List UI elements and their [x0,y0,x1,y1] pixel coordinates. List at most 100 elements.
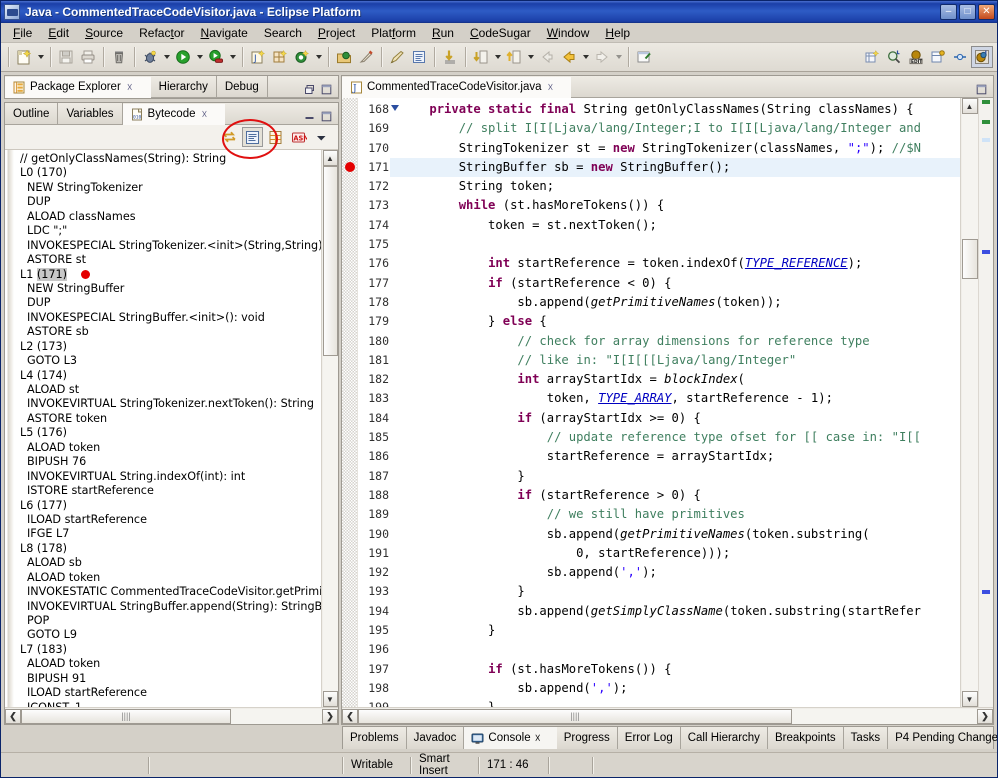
code-line[interactable]: token, TYPE_ARRAY, startReference - 1); [400,389,960,408]
code-line[interactable]: sb.append(','); [400,679,960,698]
scroll-track[interactable]: |||| [358,709,977,724]
code-line[interactable]: // check for array dimensions for refere… [400,332,960,351]
scroll-track[interactable] [962,114,978,691]
code-line[interactable]: 0, startReference))); [400,544,960,563]
breakpoint-marker[interactable] [81,270,90,279]
tab-breakpoints[interactable]: Breakpoints [768,727,844,749]
scroll-thumb[interactable] [962,239,978,279]
menu-window[interactable]: Window [539,24,598,42]
next-edit-dropdown-arrow[interactable] [492,46,503,68]
menu-source[interactable]: Source [77,24,131,42]
show-raw-bytecode-icon[interactable] [242,127,263,147]
editor-horizontal-scrollbar[interactable]: ❮ |||| ❯ [342,707,993,724]
close-icon[interactable]: ☓ [127,81,133,94]
minimize-button[interactable]: – [940,4,957,20]
new-wizard-dropdown-arrow[interactable] [35,46,46,68]
code-line[interactable]: } [400,698,960,707]
bytecode-line[interactable]: LDC ";" [18,224,321,238]
delete-icon[interactable] [108,46,130,68]
scroll-left-button[interactable]: ❮ [5,709,21,724]
code-line[interactable]: sb.append(','); [400,563,960,582]
menu-run[interactable]: Run [424,24,462,42]
next-annotation-icon[interactable] [439,46,461,68]
bytecode-line[interactable]: ASTORE st [18,253,321,267]
external-tools-icon[interactable] [205,46,227,68]
external-tools-dropdown-arrow[interactable] [227,46,238,68]
bytecode-line[interactable]: ILOAD startReference [18,513,321,527]
bytecode-line[interactable]: NEW StringBuffer [18,282,321,296]
code-line[interactable]: startReference = arrayStartIdx; [400,447,960,466]
code-line[interactable] [400,235,960,254]
code-line[interactable]: sb.append(getPrimitiveNames(token.substr… [400,525,960,544]
bytecode-line[interactable]: BIPUSH 76 [18,455,321,469]
code-line[interactable]: // we still have primitives [400,505,960,524]
bytecode-line[interactable]: BIPUSH 91 [18,672,321,686]
new-class-dropdown-arrow[interactable] [313,46,324,68]
maximize-icon[interactable] [320,83,333,96]
bytecode-line[interactable]: L8 (178) [18,542,321,556]
tab-hierarchy[interactable]: Hierarchy [151,76,217,97]
previous-edit-dropdown-arrow[interactable] [525,46,536,68]
code-line[interactable]: sb.append(getPrimitiveNames(token)); [400,293,960,312]
code-line[interactable]: } else { [400,312,960,331]
bytecode-line[interactable]: ALOAD token [18,441,321,455]
bytecode-line[interactable]: ALOAD sb [18,556,321,570]
save-icon[interactable] [55,46,77,68]
open-task-icon[interactable] [633,46,655,68]
quick-fix-icon[interactable] [355,46,377,68]
maximize-icon[interactable] [320,110,333,123]
code-line[interactable]: // update reference type ofset for [[ ca… [400,428,960,447]
bytecode-line[interactable]: DUP [18,195,321,209]
scroll-up-button[interactable]: ▲ [962,98,978,114]
editor-source-code[interactable]: private static final String getOnlyClass… [390,98,960,707]
bytecode-line[interactable]: // getOnlyClassNames(String): String [18,152,321,166]
scroll-right-button[interactable]: ❯ [322,709,338,724]
bytecode-line[interactable]: INVOKESTATIC CommentedTraceCodeVisitor.g… [18,585,321,599]
debug-dropdown-arrow[interactable] [161,46,172,68]
new-java-project-icon[interactable]: J [247,46,269,68]
bytecode-line[interactable]: L7 (183) [18,643,321,657]
bytecode-line[interactable]: L0 (170) [18,166,321,180]
bytecode-vertical-scrollbar[interactable]: ▲ ▼ [321,150,338,707]
close-icon[interactable]: ☓ [548,81,554,94]
menu-edit[interactable]: Edit [40,24,77,42]
bytecode-line[interactable]: ALOAD token [18,571,321,585]
code-line[interactable]: int startReference = token.indexOf(TYPE_… [400,254,960,273]
show-asm-icon[interactable]: ASM [288,127,309,147]
bytecode-line[interactable]: L5 (176) [18,426,321,440]
menu-navigate[interactable]: Navigate [192,24,255,42]
bytecode-line[interactable]: NEW StringTokenizer [18,181,321,195]
print-icon[interactable] [77,46,99,68]
tab-package-explorer[interactable]: Package Explorer ☓ [5,77,151,98]
tab-variables[interactable]: Variables [58,103,122,124]
code-line[interactable]: token = st.nextToken(); [400,216,960,235]
scroll-thumb[interactable]: |||| [358,709,792,724]
scroll-thumb[interactable] [323,166,338,356]
maximize-button[interactable]: □ [959,4,976,20]
code-line[interactable]: StringTokenizer st = new StringTokenizer… [400,139,960,158]
bytecode-line[interactable]: ASTORE sb [18,325,321,339]
bytecode-line[interactable]: INVOKESPECIAL StringBuffer.<init>(): voi… [18,311,321,325]
code-line[interactable]: int arrayStartIdx = blockIndex( [400,370,960,389]
code-line[interactable]: // like in: "I[I[[[Ljava/lang/Integer" [400,351,960,370]
close-button[interactable]: ✕ [978,4,995,20]
resource-perspective-icon[interactable] [927,46,949,68]
scroll-up-button[interactable]: ▲ [323,150,338,166]
bytecode-line[interactable]: ICONST_1 [18,701,321,707]
bytecode-line[interactable]: ASTORE token [18,412,321,426]
run-dropdown-arrow[interactable] [194,46,205,68]
bytecode-line[interactable]: ISTORE startReference [18,484,321,498]
toggle-asmifier-icon[interactable] [265,127,286,147]
bytecode-line[interactable]: L6 (177) [18,499,321,513]
tab-error-log[interactable]: Error Log [618,727,681,749]
bytecode-line[interactable]: POP [18,614,321,628]
scroll-down-button[interactable]: ▼ [962,691,978,707]
scroll-down-button[interactable]: ▼ [323,691,338,707]
bytecode-line[interactable]: INVOKEVIRTUAL StringBuffer.append(String… [18,600,321,614]
search-perspective-icon[interactable] [883,46,905,68]
bytecode-line[interactable]: ALOAD st [18,383,321,397]
scroll-thumb[interactable]: |||| [21,709,231,724]
minimize-icon[interactable] [303,110,316,123]
editor-overview-ruler[interactable] [978,98,993,707]
close-icon[interactable]: ☓ [535,731,541,745]
